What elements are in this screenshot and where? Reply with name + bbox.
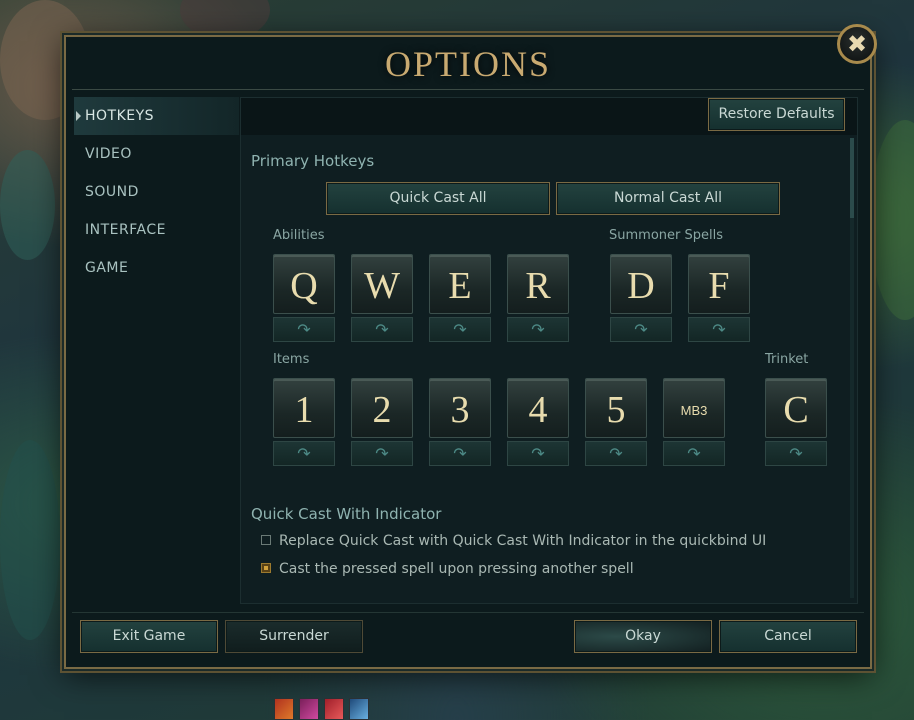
key-label: 5 xyxy=(585,378,647,438)
options-sidebar: HOTKEYS VIDEO SOUND INTERFACE GAME xyxy=(74,97,239,287)
replace-quick-cast-option[interactable]: Replace Quick Cast with Quick Cast With … xyxy=(261,533,766,549)
item-key-2[interactable]: 2 ↷ xyxy=(351,378,413,466)
champion-ability-icon xyxy=(274,698,294,720)
trinket-key-c[interactable]: C ↷ xyxy=(765,378,827,466)
key-label: D xyxy=(610,254,672,314)
ability-key-r[interactable]: R ↷ xyxy=(507,254,569,342)
replace-quick-cast-checkbox[interactable] xyxy=(261,535,271,545)
cancel-button[interactable]: Cancel xyxy=(719,620,857,653)
item-key-3[interactable]: 3 ↷ xyxy=(429,378,491,466)
sidebar-item-hotkeys[interactable]: HOTKEYS xyxy=(74,97,239,135)
champion-ability-icon xyxy=(299,698,319,720)
key-label: W xyxy=(351,254,413,314)
item-key-mb3[interactable]: MB3 ↷ xyxy=(663,378,725,466)
close-icon[interactable]: ✖ xyxy=(837,24,877,64)
quick-cast-all-button[interactable]: Quick Cast All xyxy=(326,182,550,215)
key-label: MB3 xyxy=(663,378,725,438)
options-dialog: OPTIONS HOTKEYS VIDEO SOUND INTERFACE GA… xyxy=(64,35,872,669)
quickbind-toggle-icon[interactable]: ↷ xyxy=(273,441,335,466)
quickbind-toggle-icon[interactable]: ↷ xyxy=(507,317,569,342)
sidebar-item-video[interactable]: VIDEO xyxy=(74,135,239,173)
background-figure xyxy=(0,150,55,260)
item-key-1[interactable]: 1 ↷ xyxy=(273,378,335,466)
background-figure xyxy=(0,440,60,640)
key-label: R xyxy=(507,254,569,314)
normal-cast-all-button[interactable]: Normal Cast All xyxy=(556,182,780,215)
title-divider xyxy=(72,89,864,90)
quickbind-toggle-icon[interactable]: ↷ xyxy=(585,441,647,466)
surrender-button[interactable]: Surrender xyxy=(225,620,363,653)
content-scrollbar[interactable] xyxy=(850,138,854,598)
sidebar-item-interface[interactable]: INTERFACE xyxy=(74,211,239,249)
hotkeys-content: Restore Defaults Primary Hotkeys Quick C… xyxy=(240,97,858,604)
key-label: 1 xyxy=(273,378,335,438)
ability-key-w[interactable]: W ↷ xyxy=(351,254,413,342)
trinket-label: Trinket xyxy=(765,352,809,367)
okay-button[interactable]: Okay xyxy=(574,620,712,653)
key-label: E xyxy=(429,254,491,314)
background-figure xyxy=(180,0,270,40)
key-label: 2 xyxy=(351,378,413,438)
summoner-key-d[interactable]: D ↷ xyxy=(610,254,672,342)
replace-quick-cast-label: Replace Quick Cast with Quick Cast With … xyxy=(279,533,767,549)
sidebar-item-sound[interactable]: SOUND xyxy=(74,173,239,211)
quickbind-toggle-icon[interactable]: ↷ xyxy=(351,441,413,466)
scrollbar-thumb[interactable] xyxy=(850,138,854,218)
item-key-5[interactable]: 5 ↷ xyxy=(585,378,647,466)
key-label: C xyxy=(765,378,827,438)
footer-divider xyxy=(72,612,864,613)
quickbind-toggle-icon[interactable]: ↷ xyxy=(429,441,491,466)
champion-ability-icon xyxy=(349,698,369,720)
quick-cast-indicator-heading: Quick Cast With Indicator xyxy=(251,505,442,523)
summoner-key-f[interactable]: F ↷ xyxy=(688,254,750,342)
cast-pressed-spell-checkbox[interactable] xyxy=(261,563,271,573)
key-label: F xyxy=(688,254,750,314)
key-label: Q xyxy=(273,254,335,314)
item-key-4[interactable]: 4 ↷ xyxy=(507,378,569,466)
quickbind-toggle-icon[interactable]: ↷ xyxy=(688,317,750,342)
quickbind-toggle-icon[interactable]: ↷ xyxy=(429,317,491,342)
quickbind-toggle-icon[interactable]: ↷ xyxy=(765,441,827,466)
exit-game-button[interactable]: Exit Game xyxy=(80,620,218,653)
summoner-spells-label: Summoner Spells xyxy=(609,228,723,243)
restore-defaults-button[interactable]: Restore Defaults xyxy=(708,98,845,131)
sidebar-item-game[interactable]: GAME xyxy=(74,249,239,287)
ability-key-q[interactable]: Q ↷ xyxy=(273,254,335,342)
quickbind-toggle-icon[interactable]: ↷ xyxy=(273,317,335,342)
champion-ability-icon xyxy=(324,698,344,720)
key-label: 4 xyxy=(507,378,569,438)
primary-hotkeys-heading: Primary Hotkeys xyxy=(251,152,375,170)
key-label: 3 xyxy=(429,378,491,438)
cast-pressed-spell-option[interactable]: Cast the pressed spell upon pressing ano… xyxy=(261,561,634,577)
abilities-label: Abilities xyxy=(273,228,325,243)
background-figure xyxy=(870,120,914,320)
dialog-title: OPTIONS xyxy=(384,44,551,84)
quickbind-toggle-icon[interactable]: ↷ xyxy=(351,317,413,342)
ability-icon-strip xyxy=(274,698,374,720)
quickbind-toggle-icon[interactable]: ↷ xyxy=(610,317,672,342)
cast-pressed-spell-label: Cast the pressed spell upon pressing ano… xyxy=(279,561,634,577)
items-label: Items xyxy=(273,352,310,367)
quickbind-toggle-icon[interactable]: ↷ xyxy=(663,441,725,466)
quickbind-toggle-icon[interactable]: ↷ xyxy=(507,441,569,466)
ability-key-e[interactable]: E ↷ xyxy=(429,254,491,342)
